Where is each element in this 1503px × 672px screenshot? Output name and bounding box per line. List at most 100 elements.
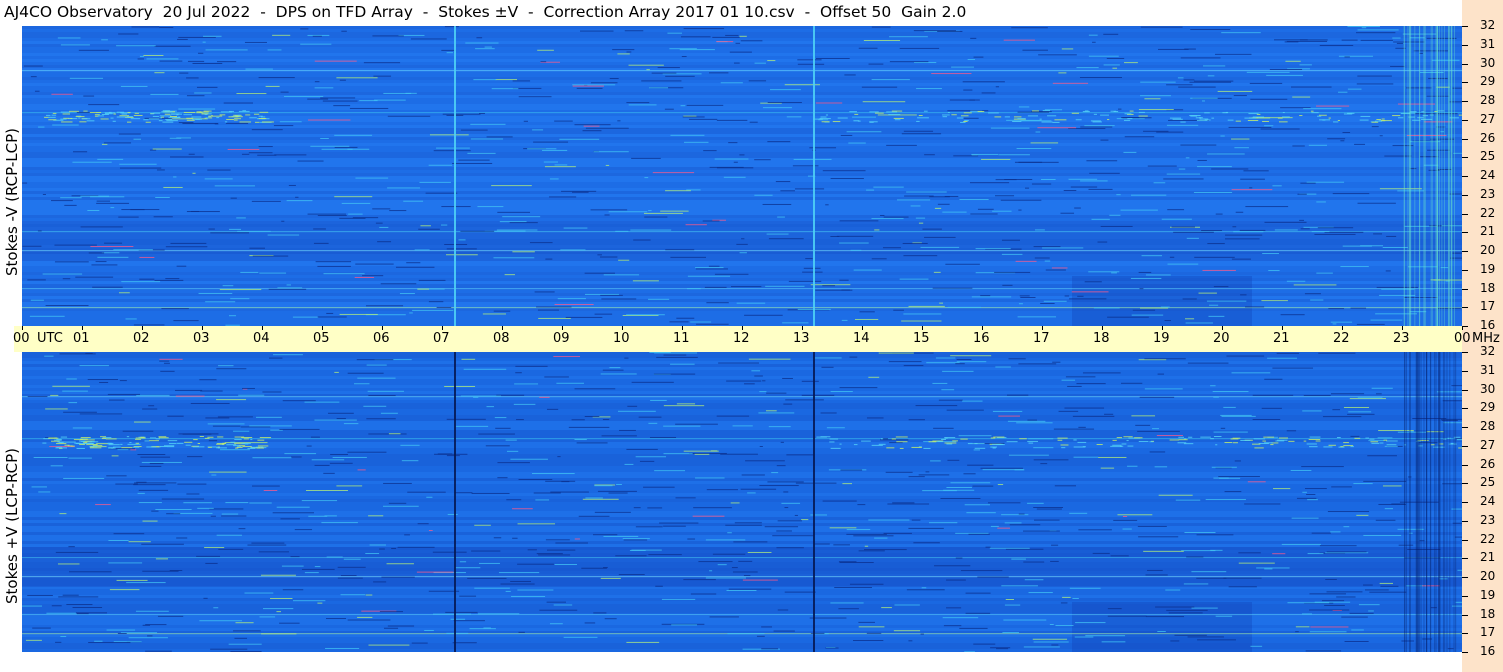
- heatmap-band: [22, 269, 1462, 272]
- heatmap-speckle: [633, 507, 641, 509]
- heatmap-speckle: [648, 422, 658, 424]
- heatmap-speckle: [1030, 142, 1059, 144]
- activity-speckle: [76, 443, 82, 445]
- frequency-tick-label: 32: [1480, 18, 1496, 32]
- heatmap-speckle: [1368, 440, 1385, 442]
- heatmap-band: [22, 197, 1462, 200]
- heatmap-speckle: [963, 117, 979, 119]
- heatmap-speckle: [901, 133, 942, 135]
- heatmap-speckle: [998, 415, 1020, 417]
- heatmap-speckle: [687, 275, 731, 277]
- frequency-tick-label: 18: [1480, 280, 1496, 295]
- heatmap-speckle: [965, 612, 991, 614]
- heatmap-speckle: [638, 416, 662, 418]
- heatmap-speckle: [1286, 430, 1297, 432]
- activity-speckle: [169, 115, 178, 117]
- activity-speckle: [1183, 443, 1194, 445]
- heatmap-speckle: [545, 480, 576, 482]
- heatmap-speckle: [1147, 165, 1177, 167]
- edge-activity: [1409, 26, 1411, 326]
- heatmap-speckle: [1371, 126, 1379, 128]
- heatmap-speckle: [1331, 393, 1365, 395]
- heatmap-speckle: [154, 72, 165, 74]
- heatmap-speckle: [844, 74, 856, 76]
- heatmap-speckle: [1260, 128, 1300, 130]
- heatmap-speckle: [906, 191, 947, 193]
- time-tick-label: 15: [913, 331, 930, 346]
- heatmap-speckle: [1379, 188, 1422, 190]
- heatmap-speckle: [764, 526, 799, 528]
- heatmap-speckle: [582, 498, 619, 500]
- heatmap-speckle: [1304, 293, 1321, 295]
- time-tick-mark: [322, 326, 323, 330]
- heatmap-speckle: [50, 465, 63, 467]
- activity-speckle: [83, 443, 94, 445]
- heatmap-speckle: [963, 89, 973, 91]
- heatmap-speckle: [822, 170, 866, 172]
- heatmap-speckle: [1018, 303, 1023, 305]
- heatmap-speckle: [956, 359, 972, 361]
- heatmap-speckle: [866, 417, 884, 419]
- heatmap-speckle: [68, 546, 75, 548]
- heatmap-speckle: [739, 252, 747, 254]
- heatmap-speckle: [1401, 640, 1415, 642]
- heatmap-speckle: [1293, 284, 1337, 286]
- heatmap-speckle: [950, 355, 992, 357]
- heatmap-speckle: [495, 427, 511, 429]
- edge-activity: [1423, 352, 1425, 652]
- heatmap-band: [22, 101, 1462, 104]
- heatmap-speckle: [354, 383, 370, 385]
- heatmap-speckle: [635, 526, 663, 528]
- heatmap-speckle: [582, 130, 602, 132]
- heatmap-speckle: [258, 551, 289, 553]
- activity-speckle: [235, 116, 243, 118]
- heatmap-speckle: [609, 367, 621, 369]
- activity-speckle: [60, 111, 71, 113]
- heatmap-speckle: [474, 524, 491, 526]
- heatmap-speckle: [311, 459, 345, 461]
- heatmap-speckle: [871, 79, 910, 81]
- heatmap-speckle: [1285, 60, 1301, 62]
- time-tick-mark: [1042, 326, 1043, 330]
- activity-speckle: [42, 442, 47, 444]
- heatmap-speckle: [1143, 130, 1169, 132]
- heatmap-speckle: [446, 418, 486, 420]
- heatmap-speckle: [810, 284, 851, 286]
- activity-speckle: [183, 111, 196, 113]
- heatmap-speckle: [612, 49, 635, 51]
- heatmap-speckle: [554, 564, 577, 566]
- activity-speckle: [1360, 115, 1371, 117]
- frequency-tick-label: 21: [1480, 550, 1496, 565]
- heatmap-speckle: [1122, 528, 1132, 530]
- heatmap-speckle: [618, 259, 630, 261]
- heatmap-speckle: [1185, 157, 1190, 159]
- heatmap-speckle: [1307, 553, 1324, 555]
- heatmap-speckle: [1170, 640, 1180, 642]
- activity-speckle: [88, 441, 99, 443]
- heatmap-speckle: [62, 594, 79, 596]
- heatmap-speckle: [967, 59, 976, 61]
- heatmap-speckle: [777, 216, 785, 218]
- frequency-tick-mark: [1462, 288, 1468, 290]
- heatmap-speckle: [205, 562, 218, 564]
- activity-speckle: [192, 446, 205, 448]
- heatmap-speckle: [913, 30, 956, 32]
- heatmap-speckle: [985, 546, 991, 548]
- heatmap-speckle: [272, 34, 291, 36]
- heatmap-speckle: [529, 242, 553, 244]
- heatmap-speckle: [1011, 27, 1048, 29]
- heatmap-speckle: [729, 51, 752, 53]
- heatmap-speckle: [813, 543, 830, 545]
- time-tick-mark: [1222, 326, 1223, 330]
- heatmap-speckle: [46, 612, 77, 614]
- heatmap-speckle: [647, 507, 663, 509]
- activity-speckle: [1386, 440, 1398, 442]
- heatmap-speckle: [1124, 62, 1138, 64]
- heatmap-speckle: [27, 594, 53, 596]
- heatmap-speckle: [1292, 145, 1305, 147]
- heatmap-speckle: [258, 146, 273, 148]
- heatmap-speckle: [1040, 463, 1048, 465]
- heatmap-speckle: [973, 56, 984, 58]
- heatmap-speckle: [1173, 231, 1214, 233]
- heatmap-speckle: [618, 574, 645, 576]
